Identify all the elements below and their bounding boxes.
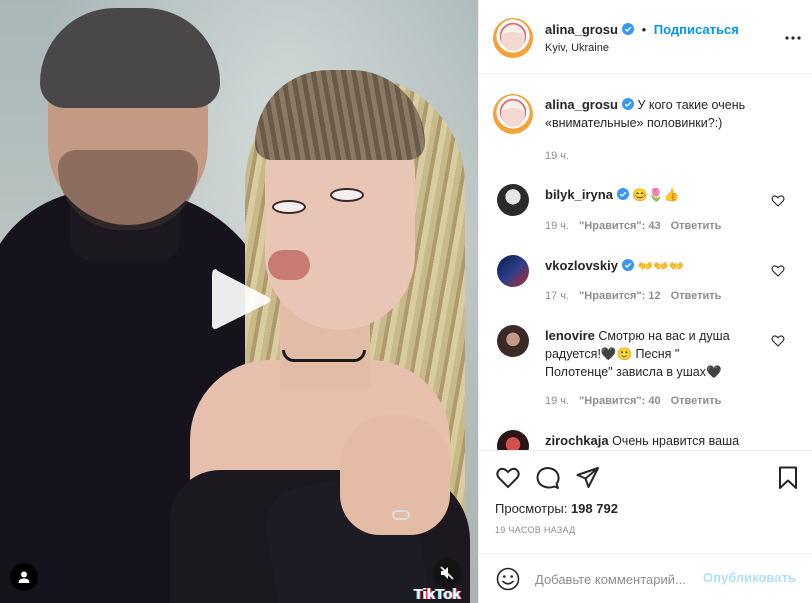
comment-text: lenovire Смотрю на вас и душа радуется!🖤… <box>545 327 767 381</box>
comment-body: 😊🌷👍 <box>632 188 680 202</box>
comment-like-heart-icon[interactable] <box>771 194 785 208</box>
caption-avatar[interactable] <box>493 94 533 134</box>
comment-body: 👐👐👐 <box>637 259 685 273</box>
comment-time: 17 ч. <box>545 290 570 302</box>
view-count: Просмотры: 198 792 <box>495 501 618 516</box>
comment-body-line: радуется!🖤🙂 Песня " <box>545 347 680 361</box>
post-timestamp[interactable]: 19 ЧАСОВ НАЗАД <box>495 525 576 535</box>
speaker-muted-icon <box>440 566 454 580</box>
comment-like-heart-icon[interactable] <box>771 264 785 278</box>
comment-body-line: Полотенце" зависла в ушах🖤 <box>545 365 722 379</box>
comment-time: 19 ч. <box>545 395 570 407</box>
author-line: alina_grosu • Подписаться <box>545 22 739 37</box>
add-comment-bar: Опубликовать <box>479 553 812 603</box>
comments-list[interactable]: alina_grosu У кого такие очень «внимател… <box>479 74 812 450</box>
verified-badge-icon <box>616 188 629 200</box>
comment-input[interactable] <box>535 568 705 590</box>
instagram-post: TikTok alina_grosu • Подписаться Kyiv, U… <box>0 0 812 603</box>
views-value: 198 792 <box>570 501 618 516</box>
comment-meta: 19 ч. "Нравится": 40 Ответить <box>545 395 721 407</box>
comment-likes[interactable]: "Нравится": 43 <box>579 220 660 232</box>
like-heart-icon[interactable] <box>495 465 521 491</box>
post-actions: Просмотры: 198 792 19 ЧАСОВ НАЗАД <box>479 450 812 560</box>
woman-eye <box>272 200 306 214</box>
post-header: alina_grosu • Подписаться Kyiv, Ukraine <box>479 0 812 74</box>
author-avatar[interactable] <box>493 18 533 58</box>
commenter-avatar[interactable] <box>497 255 529 287</box>
comment-text: vkozlovskiy 👐👐👐 <box>545 257 767 275</box>
post-sidebar: alina_grosu • Подписаться Kyiv, Ukraine … <box>478 0 812 603</box>
comment-username[interactable]: vkozlovskiy <box>545 258 618 273</box>
comment-likes[interactable]: "Нравится": 40 <box>579 395 660 407</box>
video-media[interactable]: TikTok <box>0 0 478 603</box>
verified-badge-icon <box>621 98 634 110</box>
follow-button[interactable]: Подписаться <box>654 22 739 37</box>
caption-time: 19 ч. <box>545 150 570 162</box>
comment-body: Очень нравится ваша <box>612 434 740 448</box>
verified-badge-icon <box>622 259 634 271</box>
commenter-avatar[interactable] <box>497 184 529 216</box>
separator-dot: • <box>641 22 647 37</box>
comment-meta: 17 ч. "Нравится": 12 Ответить <box>545 290 721 302</box>
caption-username[interactable]: alina_grosu <box>545 97 618 112</box>
share-direct-icon[interactable] <box>575 465 601 491</box>
post-location[interactable]: Kyiv, Ukraine <box>545 42 609 54</box>
reply-button[interactable]: Ответить <box>671 395 722 407</box>
woman-eye <box>330 188 364 202</box>
commenter-avatar[interactable] <box>497 325 529 357</box>
comment-likes[interactable]: "Нравится": 12 <box>579 290 660 302</box>
emoji-smiley-icon[interactable] <box>495 566 521 592</box>
mute-button[interactable] <box>432 558 462 588</box>
comment-username[interactable]: bilyk_iryna <box>545 187 613 202</box>
comment-text: bilyk_iryna 😊🌷👍 <box>545 186 767 204</box>
tagged-people-button[interactable] <box>10 563 38 591</box>
commenter-avatar[interactable] <box>497 430 529 450</box>
user-icon <box>18 571 30 583</box>
save-bookmark-icon[interactable] <box>775 465 801 491</box>
woman-lips <box>268 250 310 280</box>
reply-button[interactable]: Ответить <box>671 290 722 302</box>
choker-necklace <box>282 350 366 362</box>
comment-text: zirochkaja Очень нравится ваша <box>545 432 767 450</box>
comment-bubble-icon[interactable] <box>535 465 561 491</box>
comment-meta: 19 ч. "Нравится": 43 Ответить <box>545 220 721 232</box>
comment-time: 19 ч. <box>545 220 570 232</box>
tiktok-watermark: TikTok <box>414 586 461 603</box>
play-icon[interactable] <box>208 265 274 335</box>
more-options-icon[interactable] <box>783 28 803 48</box>
comment-like-heart-icon[interactable] <box>771 334 785 348</box>
comment-body-line: Смотрю на вас и душа <box>598 329 730 343</box>
comment-username[interactable]: lenovire <box>545 328 595 343</box>
comment-username[interactable]: zirochkaja <box>545 433 609 448</box>
verified-badge-icon <box>621 23 634 35</box>
author-username[interactable]: alina_grosu <box>545 22 618 37</box>
reply-button[interactable]: Ответить <box>671 220 722 232</box>
ring <box>392 510 410 520</box>
publish-button[interactable]: Опубликовать <box>703 570 796 585</box>
caption-text: alina_grosu У кого такие очень «внимател… <box>545 96 785 132</box>
views-label: Просмотры: <box>495 501 568 516</box>
